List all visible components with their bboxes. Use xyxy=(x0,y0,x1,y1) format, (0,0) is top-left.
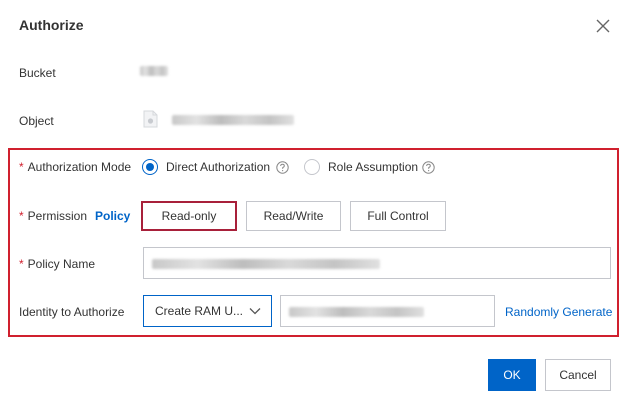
question-circle-icon[interactable] xyxy=(422,161,435,174)
permission-label: * Permission xyxy=(19,209,87,223)
identity-name-input[interactable] xyxy=(280,295,495,327)
dialog-title: Authorize xyxy=(19,17,84,33)
object-value-redacted xyxy=(172,115,294,125)
policy-name-label: * Policy Name xyxy=(19,257,95,271)
bucket-value-redacted xyxy=(140,66,168,76)
required-asterisk: * xyxy=(19,257,24,271)
policy-name-text: Policy Name xyxy=(27,257,96,271)
cancel-button[interactable]: Cancel xyxy=(545,359,611,391)
policy-link[interactable]: Policy xyxy=(95,209,130,223)
full-control-button[interactable]: Full Control xyxy=(350,201,446,231)
authorization-mode-text: Authorization Mode xyxy=(27,160,132,174)
role-assumption-radio[interactable] xyxy=(304,159,320,175)
required-asterisk: * xyxy=(19,160,24,174)
role-assumption-label[interactable]: Role Assumption xyxy=(328,160,418,174)
policy-name-value-redacted xyxy=(152,259,380,269)
identity-label: Identity to Authorize xyxy=(19,305,125,319)
ok-button[interactable]: OK xyxy=(488,359,536,391)
question-circle-icon[interactable] xyxy=(276,161,289,174)
identity-type-select[interactable]: Create RAM U... xyxy=(143,295,272,327)
object-label: Object xyxy=(19,114,54,128)
direct-authorization-radio[interactable] xyxy=(142,159,158,175)
read-write-button[interactable]: Read/Write xyxy=(246,201,341,231)
authorization-mode-label: * Authorization Mode xyxy=(19,160,131,174)
file-icon xyxy=(143,110,158,128)
required-asterisk: * xyxy=(19,209,24,223)
direct-authorization-label[interactable]: Direct Authorization xyxy=(166,160,270,174)
close-icon[interactable] xyxy=(594,17,612,35)
policy-name-input[interactable] xyxy=(143,247,611,279)
randomly-generate-link[interactable]: Randomly Generate xyxy=(505,305,612,319)
identity-name-value-redacted xyxy=(289,307,424,317)
identity-type-value: Create RAM U... xyxy=(155,304,244,318)
chevron-down-icon xyxy=(249,308,261,315)
permission-text: Permission xyxy=(27,209,88,223)
read-only-button[interactable]: Read-only xyxy=(141,201,237,231)
bucket-label: Bucket xyxy=(19,66,56,80)
